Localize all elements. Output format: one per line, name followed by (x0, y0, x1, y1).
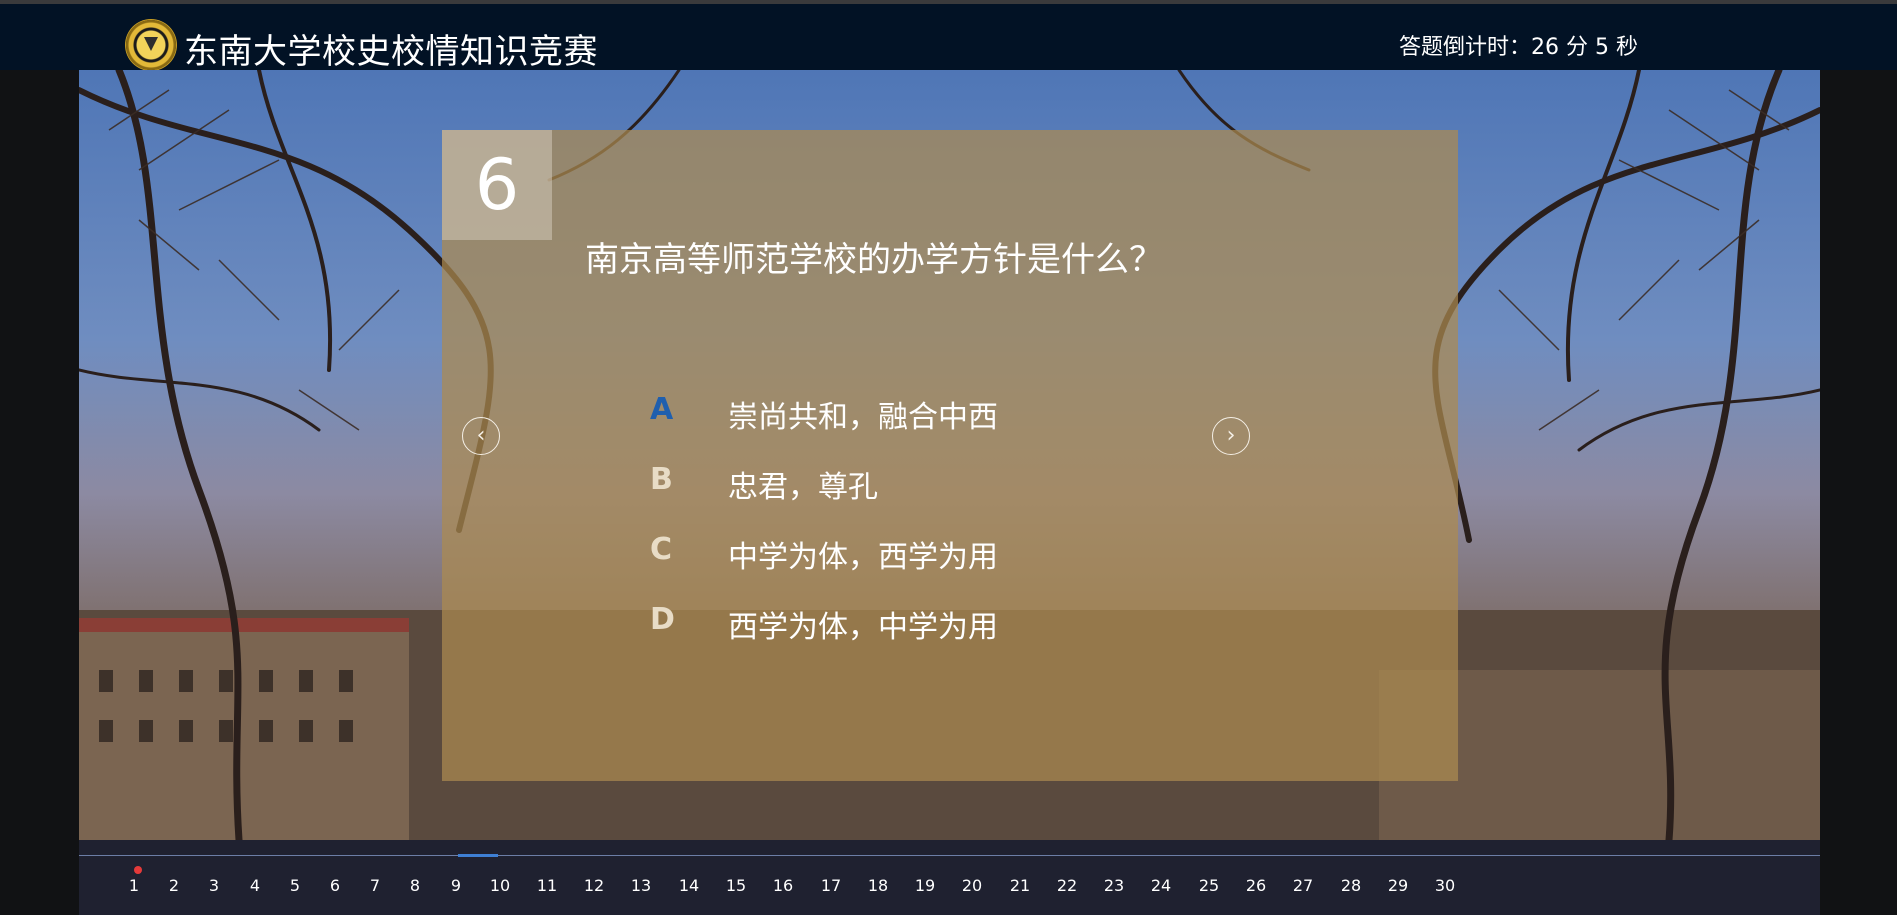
question-pager: 1 2 3 4 5 6 7 8 9 10 11 12 13 14 15 16 17 18 19 20 21 22 23 24 2… (129, 866, 1764, 902)
page-link-14[interactable]: 14 (679, 876, 699, 895)
option-text: 忠君，尊孔 (728, 470, 878, 505)
option-text: 中学为体，西学为用 (728, 540, 998, 575)
page-link-19[interactable]: 19 (915, 876, 935, 895)
option-text: 西学为体，中学为用 (728, 610, 998, 645)
page-link-27[interactable]: 27 (1293, 876, 1313, 895)
page-link-13[interactable]: 13 (631, 876, 651, 895)
page-link-16[interactable]: 16 (773, 876, 793, 895)
question-pager-bar: 1 2 3 4 5 6 7 8 9 10 11 12 13 14 15 16 17 18 19 20 21 22 23 24 2… (79, 840, 1820, 915)
current-page-indicator (458, 854, 498, 857)
chevron-left-icon: ‹ (476, 423, 486, 448)
option-text: 崇尚共和，融合中西 (728, 400, 998, 435)
page-link-29[interactable]: 29 (1388, 876, 1408, 895)
page-link-4[interactable]: 4 (250, 876, 260, 895)
page-link-26[interactable]: 26 (1246, 876, 1266, 895)
page-link-10[interactable]: 10 (490, 876, 510, 895)
page-title: 东南大学校史校情知识竞赛 (184, 32, 598, 72)
timer-seconds: 5 (1595, 35, 1610, 60)
page-link-11[interactable]: 11 (537, 876, 557, 895)
next-question-button[interactable]: › (1212, 417, 1250, 455)
page-link-24[interactable]: 24 (1151, 876, 1171, 895)
page-link-5[interactable]: 5 (290, 876, 300, 895)
page-link-22[interactable]: 22 (1057, 876, 1077, 895)
option-letter: B (650, 462, 673, 497)
page-link-17[interactable]: 17 (821, 876, 841, 895)
page-link-6[interactable]: 6 (330, 876, 340, 895)
page-link-3[interactable]: 3 (209, 876, 219, 895)
question-number: 6 (442, 130, 552, 240)
countdown-timer: 答题倒计时：26 分 5 秒 (1399, 29, 1638, 61)
page-link-25[interactable]: 25 (1199, 876, 1219, 895)
page-link-2[interactable]: 2 (169, 876, 179, 895)
page-link-30[interactable]: 30 (1435, 876, 1455, 895)
app-header: 东南大学校史校情知识竞赛 答题倒计时：26 分 5 秒 (0, 4, 1897, 72)
page-link-15[interactable]: 15 (726, 876, 746, 895)
quiz-stage: 6 南京高等师范学校的办学方针是什么？ A 崇尚共和，融合中西 B 忠君，尊孔 … (79, 70, 1820, 840)
question-card: 6 南京高等师范学校的办学方针是什么？ A 崇尚共和，融合中西 B 忠君，尊孔 … (442, 130, 1458, 781)
option-letter: D (650, 602, 675, 637)
page-link-7[interactable]: 7 (370, 876, 380, 895)
page-link-1[interactable]: 1 (129, 876, 139, 895)
page-link-12[interactable]: 12 (584, 876, 604, 895)
page-link-20[interactable]: 20 (962, 876, 982, 895)
pager-divider (79, 855, 1820, 856)
option-letter: A (650, 392, 674, 427)
university-seal-icon (126, 20, 176, 70)
timer-minutes: 26 (1531, 35, 1560, 60)
page-link-28[interactable]: 28 (1341, 876, 1361, 895)
timer-minutes-unit: 分 (1566, 35, 1589, 60)
page-link-23[interactable]: 23 (1104, 876, 1124, 895)
prev-question-button[interactable]: ‹ (462, 417, 500, 455)
question-text: 南京高等师范学校的办学方针是什么？ (585, 240, 1163, 280)
page-link-9[interactable]: 9 (451, 876, 461, 895)
page-link-18[interactable]: 18 (868, 876, 888, 895)
option-letter: C (650, 532, 673, 567)
page-link-8[interactable]: 8 (410, 876, 420, 895)
answered-marker-icon (134, 866, 142, 874)
chevron-right-icon: › (1226, 423, 1236, 448)
timer-seconds-unit: 秒 (1616, 35, 1639, 60)
timer-label: 答题倒计时： (1399, 35, 1532, 60)
page-link-21[interactable]: 21 (1010, 876, 1030, 895)
